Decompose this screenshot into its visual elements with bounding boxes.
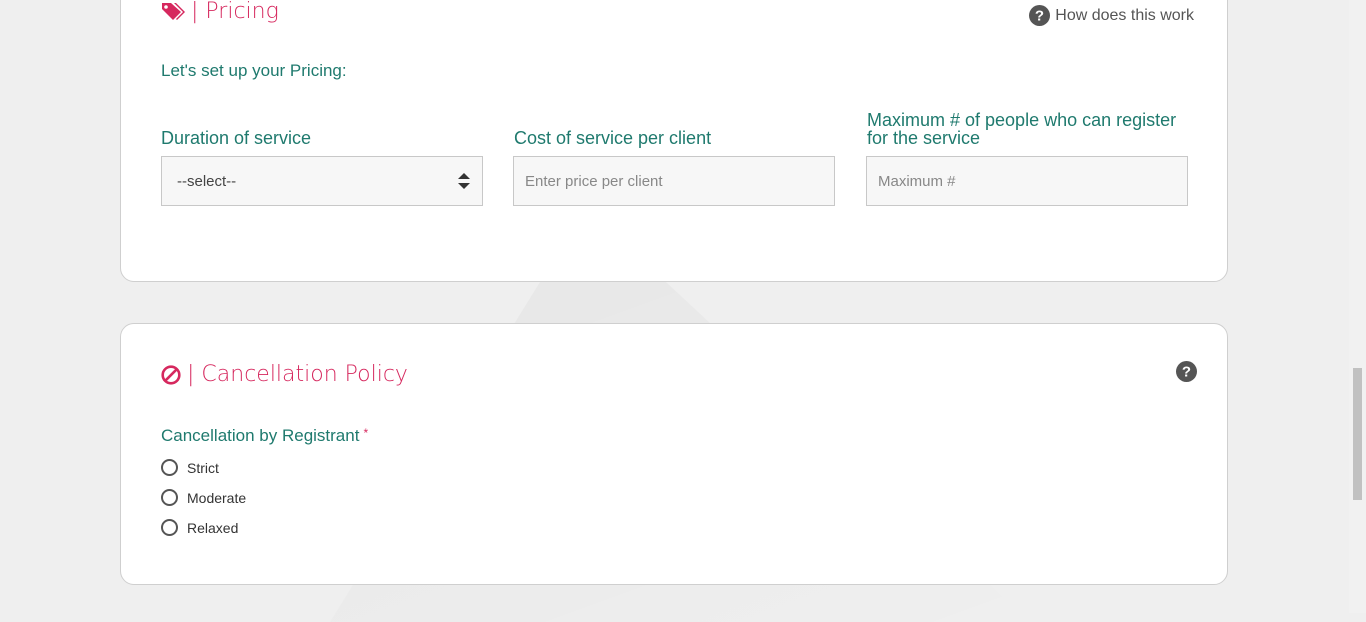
ban-icon (161, 364, 181, 385)
svg-text:?: ? (1035, 8, 1044, 25)
pricing-intro: Let's set up your Pricing: (161, 61, 347, 80)
sort-arrows-icon (458, 173, 470, 193)
radio-moderate[interactable]: Moderate (161, 489, 246, 506)
duration-select[interactable]: --select-- (161, 156, 483, 206)
tags-icon (161, 1, 185, 23)
required-marker: * (363, 426, 369, 440)
radio-relaxed[interactable]: Relaxed (161, 519, 238, 536)
help-link-label: How does this work (1055, 6, 1194, 24)
cancellation-heading: | Cancellation Policy (161, 362, 408, 387)
max-people-input[interactable]: Maximum # (866, 156, 1188, 206)
pricing-heading: | Pricing (161, 0, 279, 24)
cancellation-title: | Cancellation Policy (187, 362, 408, 387)
cost-input[interactable]: Enter price per client (513, 156, 835, 206)
pricing-card: | Pricing ? How does this work Let's set… (120, 0, 1228, 282)
radio-button[interactable] (161, 519, 178, 536)
radio-button[interactable] (161, 489, 178, 506)
scrollbar-thumb[interactable] (1353, 368, 1362, 500)
question-circle-icon: ? (1029, 5, 1051, 26)
cost-placeholder: Enter price per client (525, 172, 663, 190)
radio-button[interactable] (161, 459, 178, 476)
radio-strict[interactable]: Strict (161, 459, 219, 476)
duration-selected-value: --select-- (177, 172, 237, 190)
question-circle-icon[interactable]: ? (1176, 361, 1197, 382)
max-people-label: Maximum # of people who can register for… (867, 110, 1177, 148)
max-placeholder: Maximum # (878, 172, 956, 190)
duration-label: Duration of service (161, 128, 312, 148)
radio-label: Moderate (187, 489, 247, 506)
radio-label: Strict (187, 459, 219, 476)
cost-label: Cost of service per client (514, 128, 712, 148)
cancellation-registrant-label: Cancellation by Registrant * (161, 426, 368, 446)
how-does-this-work-link[interactable]: ? How does this work (1029, 5, 1194, 26)
vertical-scrollbar[interactable] (1349, 0, 1366, 613)
radio-label: Relaxed (187, 519, 239, 536)
cancellation-card: | Cancellation Policy ? Cancellation by … (120, 323, 1228, 585)
cancellation-label-text: Cancellation by Registrant (161, 426, 360, 445)
pricing-title: | Pricing (191, 0, 279, 24)
svg-text:?: ? (1182, 364, 1191, 381)
